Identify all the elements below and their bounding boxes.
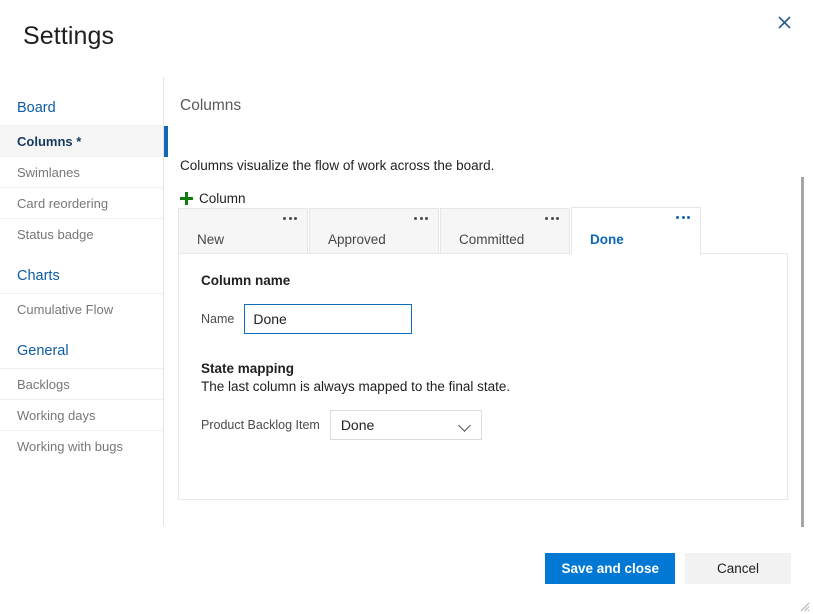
sidebar-group-charts: Charts: [0, 259, 163, 293]
resize-grip-icon[interactable]: [798, 599, 810, 611]
sidebar-item-working-with-bugs[interactable]: Working with bugs: [0, 430, 163, 461]
sidebar-item-label: Columns *: [17, 134, 81, 149]
sidebar-item-card-reordering[interactable]: Card reordering: [0, 187, 163, 218]
settings-sidebar: Board Columns * Swimlanes Card reorderin…: [0, 77, 163, 526]
sidebar-item-label: Working with bugs: [17, 439, 123, 454]
chevron-down-icon: [458, 419, 471, 432]
tab-label: New: [197, 232, 224, 247]
sidebar-spacer: [0, 249, 163, 259]
state-mapping-heading: State mapping: [201, 360, 765, 378]
state-mapping-select[interactable]: Done: [330, 410, 482, 440]
sidebar-item-swimlanes[interactable]: Swimlanes: [0, 156, 163, 187]
sidebar-item-columns[interactable]: Columns *: [0, 125, 163, 156]
save-and-close-button[interactable]: Save and close: [545, 553, 675, 584]
main-content: Columns Columns visualize the flow of wo…: [180, 95, 788, 210]
section-description: Columns visualize the flow of work acros…: [180, 157, 788, 175]
section-title: Columns: [180, 95, 788, 117]
column-name-heading: Column name: [201, 272, 765, 290]
tab-committed[interactable]: Committed: [440, 208, 570, 255]
sidebar-item-label: Working days: [17, 408, 96, 423]
name-label: Name: [201, 312, 234, 326]
sidebar-item-cumulative-flow[interactable]: Cumulative Flow: [0, 293, 163, 324]
tab-done[interactable]: Done: [571, 207, 701, 255]
tab-label: Done: [590, 232, 624, 247]
ellipsis-icon[interactable]: [676, 216, 690, 219]
close-icon-glyph: [778, 16, 791, 29]
ellipsis-icon[interactable]: [545, 217, 559, 220]
settings-dialog: Settings Board Columns * Swimlanes Card …: [0, 0, 813, 614]
dialog-footer: Save and close Cancel: [545, 553, 791, 584]
sidebar-spacer: [0, 324, 163, 334]
plus-icon: [180, 192, 193, 205]
sidebar-divider: [163, 77, 164, 526]
add-column-button[interactable]: Column: [180, 191, 246, 206]
sidebar-group-general: General: [0, 334, 163, 368]
vertical-scrollbar[interactable]: [801, 177, 804, 527]
state-field-row: Product Backlog Item Done: [201, 410, 765, 440]
sidebar-item-status-badge[interactable]: Status badge: [0, 218, 163, 249]
cancel-button[interactable]: Cancel: [685, 553, 791, 584]
column-tabs: New Approved Committed Done: [178, 207, 702, 255]
ellipsis-icon[interactable]: [283, 217, 297, 220]
close-icon[interactable]: [767, 6, 801, 38]
sidebar-item-label: Cumulative Flow: [17, 302, 113, 317]
tab-approved[interactable]: Approved: [309, 208, 439, 255]
state-mapping-section: State mapping The last column is always …: [201, 360, 765, 440]
resize-grip-glyph: [798, 600, 810, 612]
tab-new[interactable]: New: [178, 208, 308, 255]
page-title: Settings: [23, 22, 114, 51]
state-mapping-value: Done: [331, 417, 374, 433]
state-mapping-note: The last column is always mapped to the …: [201, 378, 765, 396]
sidebar-item-backlogs[interactable]: Backlogs: [0, 368, 163, 399]
tab-label: Approved: [328, 232, 386, 247]
sidebar-item-label: Backlogs: [17, 377, 70, 392]
name-field-row: Name: [201, 304, 765, 334]
ellipsis-icon[interactable]: [414, 217, 428, 220]
column-settings-panel: Column name Name State mapping The last …: [178, 253, 788, 500]
sidebar-group-board: Board: [0, 91, 163, 125]
sidebar-item-working-days[interactable]: Working days: [0, 399, 163, 430]
sidebar-item-label: Status badge: [17, 227, 94, 242]
add-column-label: Column: [199, 191, 246, 206]
sidebar-item-label: Swimlanes: [17, 165, 80, 180]
selection-indicator: [164, 126, 168, 157]
sidebar-item-label: Card reordering: [17, 196, 108, 211]
product-backlog-item-label: Product Backlog Item: [201, 418, 320, 432]
scrollbar-thumb[interactable]: [801, 177, 804, 527]
column-name-input[interactable]: [244, 304, 412, 334]
tab-label: Committed: [459, 232, 524, 247]
